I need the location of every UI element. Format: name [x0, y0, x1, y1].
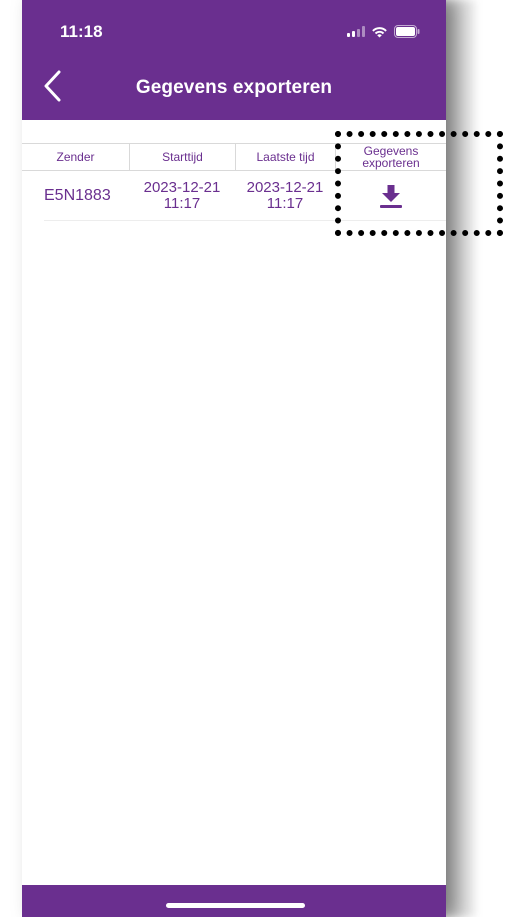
- screenshot-stage: 11:18 Gegevens exporteren Zender Startti…: [0, 0, 514, 917]
- bottom-bar: [22, 885, 446, 917]
- cell-zender: E5N1883: [44, 186, 111, 204]
- status-icons: [347, 25, 420, 38]
- cell-starttijd-time: 11:17: [163, 194, 201, 212]
- cell-laatste-tijd-date: 2023-12-21: [246, 178, 324, 196]
- home-indicator[interactable]: [166, 903, 305, 908]
- cell-laatste-tijd: 2023-12-21 11:17: [235, 171, 335, 220]
- page-title: Gegevens exporteren: [135, 77, 333, 98]
- wifi-icon: [371, 26, 388, 38]
- column-header-starttijd: Starttijd: [129, 143, 235, 171]
- highlight-box: [335, 131, 503, 236]
- navigation-bar: Gegevens exporteren: [22, 48, 446, 120]
- cell-starttijd-date: 2023-12-21: [143, 178, 221, 196]
- status-time: 11:18: [60, 22, 103, 41]
- status-bar: 11:18: [22, 0, 446, 48]
- column-header-zender: Zender: [22, 143, 129, 171]
- cell-starttijd: 2023-12-21 11:17: [129, 171, 235, 220]
- column-header-laatste-tijd: Laatste tijd: [235, 143, 335, 171]
- battery-icon: [394, 25, 420, 38]
- cell-laatste-tijd-time: 11:17: [266, 194, 304, 212]
- signal-icon: [347, 26, 365, 37]
